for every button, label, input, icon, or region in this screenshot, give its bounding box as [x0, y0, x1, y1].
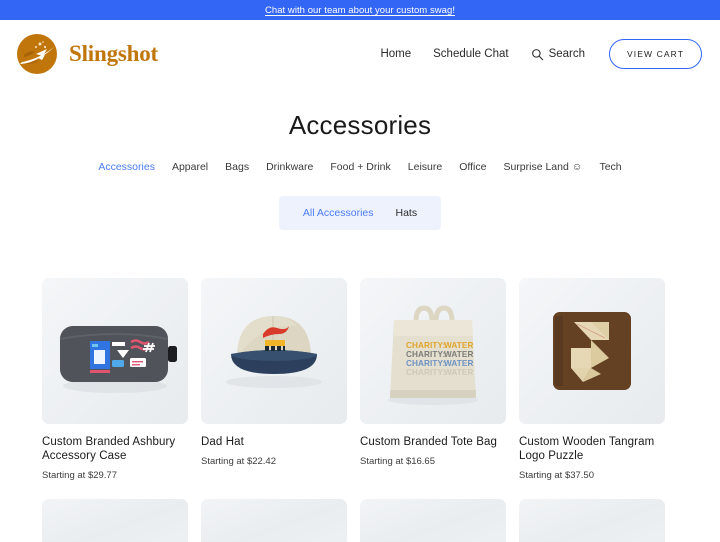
product-title: Dad Hat: [201, 436, 244, 448]
product-grid: Custom Branded Ashbury Accessory Case St…: [0, 278, 720, 542]
category-item-tech[interactable]: Tech: [599, 161, 621, 173]
product-price: Starting at $29.77: [42, 470, 117, 481]
announcement-bar: Chat with our team about your custom swa…: [0, 0, 720, 20]
product-card[interactable]: Custom Wooden Tangram Logo Puzzle Starti…: [519, 278, 665, 481]
svg-text:WATER: WATER: [444, 359, 473, 368]
category-item-accessories[interactable]: Accessories: [98, 161, 155, 173]
view-cart-button[interactable]: VIEW CART: [609, 39, 702, 69]
svg-text:CHARITY:: CHARITY:: [406, 350, 445, 359]
product-card[interactable]: Dad Hat Starting at $22.42: [201, 278, 347, 481]
category-item-apparel[interactable]: Apparel: [172, 161, 208, 173]
brand-logo-link[interactable]: Slingshot: [14, 31, 158, 77]
product-card[interactable]: [360, 499, 506, 542]
page-title: Accessories: [288, 110, 432, 140]
announcement-link[interactable]: Chat with our team about your custom swa…: [265, 5, 455, 16]
product-card[interactable]: [201, 499, 347, 542]
svg-text:WATER: WATER: [444, 350, 473, 359]
product-card[interactable]: [42, 499, 188, 542]
header-nav: Home Schedule Chat Search VIEW CART: [380, 39, 702, 69]
nav-item-home[interactable]: Home: [380, 48, 411, 60]
search-label: Search: [548, 48, 586, 60]
tote-bag-image[interactable]: CHARITY: WATER CHARITY: WATER CHARITY: W…: [360, 278, 506, 424]
category-item-office[interactable]: Office: [459, 161, 486, 173]
product-image-partial-2[interactable]: [201, 499, 347, 542]
product-image-partial-3[interactable]: [360, 499, 506, 542]
filter-all-accessories[interactable]: All Accessories: [303, 207, 374, 219]
product-card[interactable]: Custom Branded Ashbury Accessory Case St…: [42, 278, 188, 481]
search-button[interactable]: Search: [531, 48, 585, 61]
planet-rocket-icon: [14, 31, 60, 77]
brand-name: Slingshot: [69, 41, 158, 66]
filter-group: All Accessories Hats: [278, 196, 442, 230]
svg-text:CHARITY:: CHARITY:: [406, 359, 445, 368]
product-title: Custom Branded Tote Bag: [360, 436, 497, 448]
category-item-leisure[interactable]: Leisure: [408, 161, 442, 173]
product-price: Starting at $22.42: [201, 456, 276, 467]
svg-text:CHARITY:: CHARITY:: [406, 341, 445, 350]
nav-item-schedule-chat[interactable]: Schedule Chat: [433, 48, 508, 60]
product-title: Custom Wooden Tangram Logo Puzzle: [519, 436, 655, 462]
tangram-puzzle-image[interactable]: [519, 278, 665, 424]
product-image-partial-1[interactable]: [42, 499, 188, 542]
svg-text:CHARITY:: CHARITY:: [406, 368, 445, 377]
product-card[interactable]: [519, 499, 665, 542]
product-card[interactable]: CHARITY: WATER CHARITY: WATER CHARITY: W…: [360, 278, 506, 481]
svg-text:WATER: WATER: [444, 341, 473, 350]
dad-hat-image[interactable]: [201, 278, 347, 424]
product-image-partial-4[interactable]: [519, 499, 665, 542]
product-price: Starting at $37.50: [519, 470, 594, 481]
category-item-food-drink[interactable]: Food + Drink: [330, 161, 390, 173]
search-icon: [531, 48, 544, 61]
accessory-case-image[interactable]: [42, 278, 188, 424]
product-price: Starting at $16.65: [360, 456, 435, 467]
category-item-surprise-land[interactable]: Surprise Land ☺: [503, 161, 582, 173]
category-nav: Accessories Apparel Bags Drinkware Food …: [0, 161, 720, 173]
product-title: Custom Branded Ashbury Accessory Case: [42, 436, 176, 462]
category-item-bags[interactable]: Bags: [225, 161, 249, 173]
svg-text:WATER: WATER: [444, 368, 473, 377]
filter-hats[interactable]: Hats: [396, 207, 418, 219]
category-item-drinkware[interactable]: Drinkware: [266, 161, 313, 173]
filter-bar: All Accessories Hats: [0, 196, 720, 230]
site-header: Slingshot Home Schedule Chat Search VIEW…: [0, 20, 720, 88]
